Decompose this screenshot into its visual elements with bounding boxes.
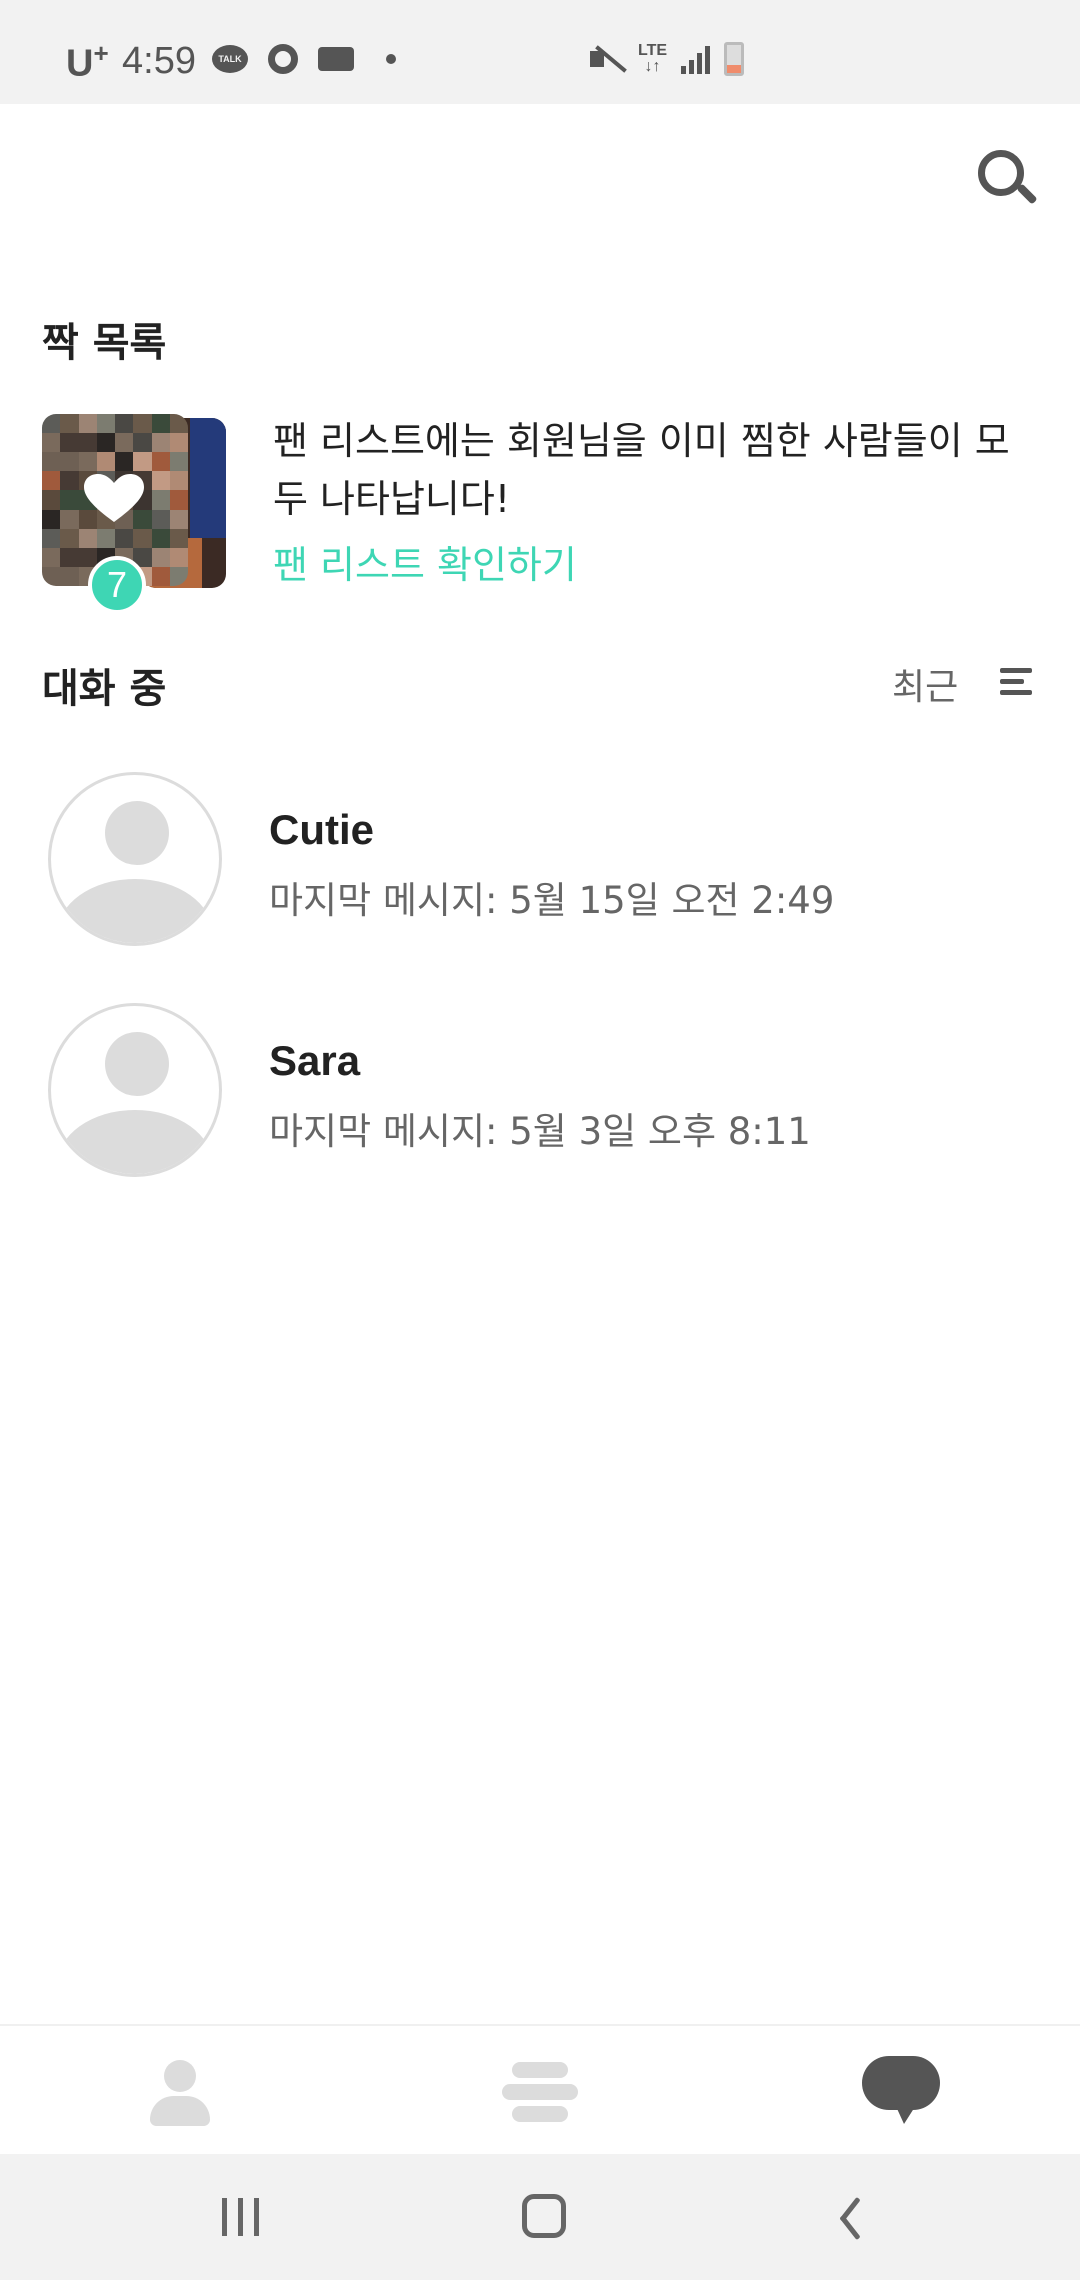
card-icon [318, 47, 354, 71]
fan-count-badge: 7 [88, 556, 146, 614]
conversations-title: 대화 중 [42, 666, 167, 712]
record-icon [268, 44, 298, 74]
kakaotalk-icon: TALK [212, 45, 248, 73]
status-bar: U+ 4:59 TALK LTE ↓↑ [0, 0, 1080, 104]
fan-list-link[interactable]: 팬 리스트 확인하기 [273, 534, 577, 589]
match-section-title: 짝 목록 [42, 320, 167, 366]
bottom-tab-bar [0, 2024, 1080, 2154]
conversation-name: Sara [269, 1037, 361, 1084]
battery-icon [724, 42, 745, 76]
tab-profile[interactable] [0, 2026, 360, 2156]
search-icon[interactable] [974, 146, 1038, 210]
conversation-last-message: 마지막 메시지: 5월 3일 오후 8:11 [269, 1110, 811, 1153]
conversation-row[interactable]: Sara 마지막 메시지: 5월 3일 오후 8:11 [0, 1003, 1080, 1183]
tab-discover[interactable] [360, 2026, 720, 2156]
back-icon[interactable] [832, 2196, 861, 2241]
recent-apps-icon[interactable] [220, 2198, 264, 2236]
mute-icon [590, 43, 627, 75]
carrier-label: U+ [66, 38, 109, 85]
sort-label[interactable]: 최근 [892, 658, 958, 710]
tab-chats[interactable] [720, 2026, 1080, 2156]
conversation-row[interactable]: Cutie 마지막 메시지: 5월 15일 오전 2:49 [0, 772, 1080, 952]
conversation-name: Cutie [269, 806, 374, 853]
home-icon[interactable] [522, 2194, 566, 2238]
cards-stack-icon [502, 2062, 578, 2124]
signal-icon [681, 44, 711, 74]
status-time: 4:59 [122, 40, 196, 82]
profile-icon [150, 2060, 210, 2126]
sort-menu-icon[interactable] [1000, 668, 1032, 696]
chat-bubble-icon [862, 2056, 940, 2126]
heart-icon [84, 474, 144, 522]
fan-list-thumbnail[interactable]: 7 [42, 414, 232, 614]
system-nav-bar [0, 2154, 1080, 2280]
conversation-last-message: 마지막 메시지: 5월 15일 오전 2:49 [269, 879, 835, 922]
avatar [48, 1003, 222, 1177]
notification-icons: TALK [212, 44, 396, 74]
fan-list-description: 팬 리스트에는 회원님을 이미 찜한 사람들이 모두 나타납니다! [273, 419, 1010, 521]
dot-icon [386, 54, 396, 64]
system-icons: LTE ↓↑ [590, 42, 745, 76]
lte-icon: LTE ↓↑ [638, 42, 668, 75]
avatar [48, 772, 222, 946]
